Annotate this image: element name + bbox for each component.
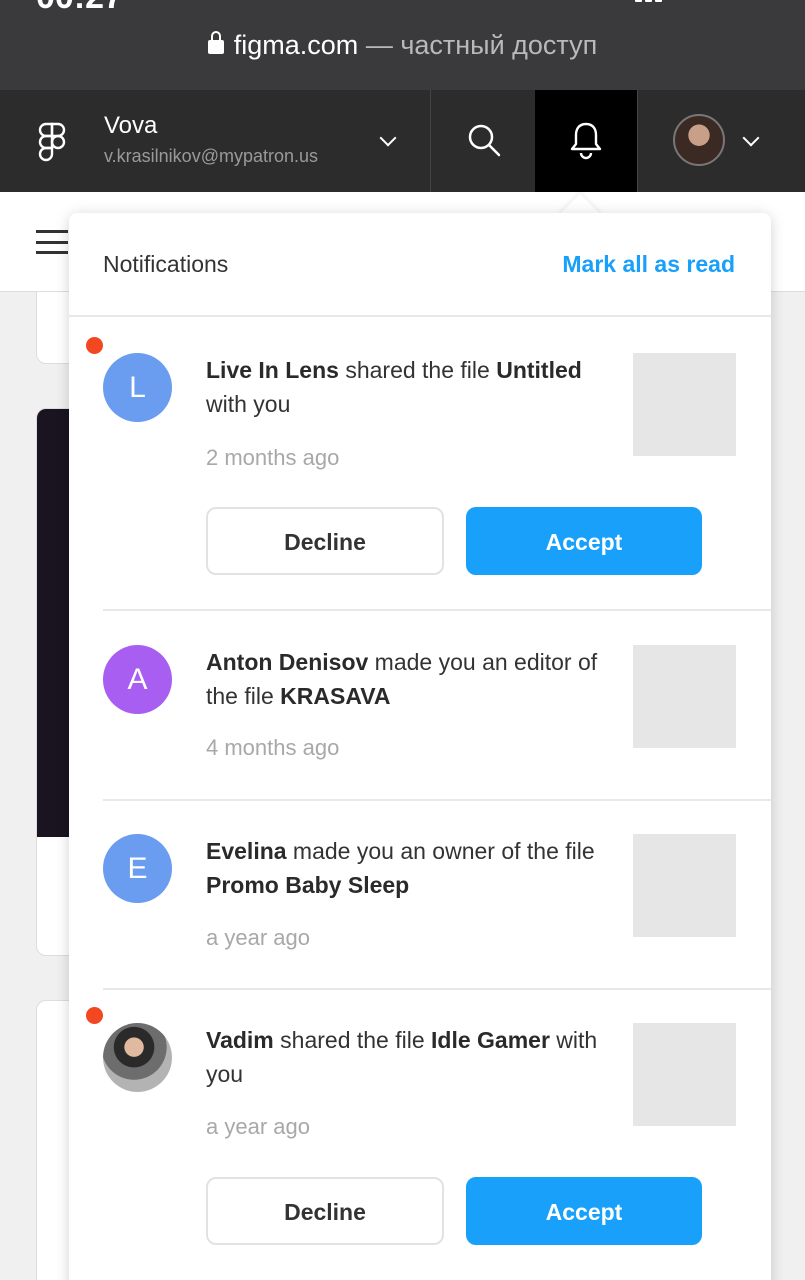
header-divider [637,90,638,192]
status-icons [635,0,775,8]
avatar-chevron-down-icon[interactable] [742,129,760,147]
app-header: Vova v.krasilnikov@mypatron.us [0,90,805,192]
url-suffix: — частный доступ [358,30,598,60]
header-divider [430,90,431,192]
account-chevron-down-icon[interactable] [379,129,397,147]
browser-status-bar: 00:27 figma.com — частный доступ [0,0,805,90]
bell-icon [570,122,602,160]
account-name[interactable]: Vova [104,112,157,140]
avatar: A [103,645,172,714]
file-thumbnail[interactable] [633,834,736,937]
lock-icon [207,31,224,54]
action-text: shared the file [273,1027,432,1053]
notification-time: 4 months ago [206,735,340,760]
mark-all-read-link[interactable]: Mark all as read [562,251,735,278]
file-name: Idle Gamer [431,1027,550,1053]
notification-text: Live In Lens shared the file Untitled wi… [206,353,606,421]
action-text: made you an owner of the file [286,838,595,864]
unread-dot [86,1007,103,1024]
action-text: shared the file [338,357,497,383]
notification-text: Evelina made you an owner of the file Pr… [206,834,606,902]
decline-button[interactable]: Decline [206,1177,444,1245]
search-icon[interactable] [466,122,502,158]
actor-name: Live In Lens [206,357,339,383]
file-thumbnail[interactable] [633,353,736,456]
notifications-header: Notifications Mark all as read [69,213,771,317]
avatar: L [103,353,172,422]
status-time: 00:27 [36,0,123,17]
notification-item[interactable]: L Live In Lens shared the file Untitled … [69,317,771,611]
url-domain: figma.com [233,30,359,60]
address-bar[interactable]: figma.com — частный доступ [0,30,805,61]
figma-logo-icon[interactable] [38,122,66,162]
notifications-button[interactable] [535,90,637,192]
file-name: Promo Baby Sleep [206,872,410,898]
notification-text: Anton Denisov made you an editor of the … [206,645,606,713]
account-email[interactable]: v.krasilnikov@mypatron.us [104,146,318,167]
accept-button[interactable]: Accept [466,1177,702,1245]
action-text: with you [206,391,291,417]
notification-item[interactable]: E Evelina made you an owner of the file … [69,801,771,990]
actor-name: Evelina [206,838,287,864]
notification-time: 2 months ago [206,445,340,470]
accept-button[interactable]: Accept [466,507,702,575]
file-name: KRASAVA [280,683,391,709]
notifications-title: Notifications [103,251,229,277]
file-thumbnail[interactable] [633,1023,736,1126]
notification-text: Vadim shared the file Idle Gamer with yo… [206,1023,606,1091]
notification-time: a year ago [206,1114,310,1139]
actor-name: Anton Denisov [206,649,369,675]
notification-item[interactable]: A Anton Denisov made you an editor of th… [69,611,771,801]
file-thumbnail[interactable] [633,645,736,748]
avatar: E [103,834,172,903]
unread-dot [86,337,103,354]
notification-item[interactable]: Vadim shared the file Idle Gamer with yo… [69,990,771,1280]
signal-bar [645,0,652,2]
file-name: Untitled [496,357,582,383]
user-avatar[interactable] [673,114,725,166]
actor-name: Vadim [206,1027,274,1053]
signal-bar [655,0,662,2]
menu-icon[interactable] [36,230,68,254]
notification-time: a year ago [206,925,310,950]
avatar-photo [103,1023,172,1092]
decline-button[interactable]: Decline [206,507,444,575]
signal-icon [635,0,642,2]
notifications-panel: Notifications Mark all as read L Live In… [69,213,771,1280]
